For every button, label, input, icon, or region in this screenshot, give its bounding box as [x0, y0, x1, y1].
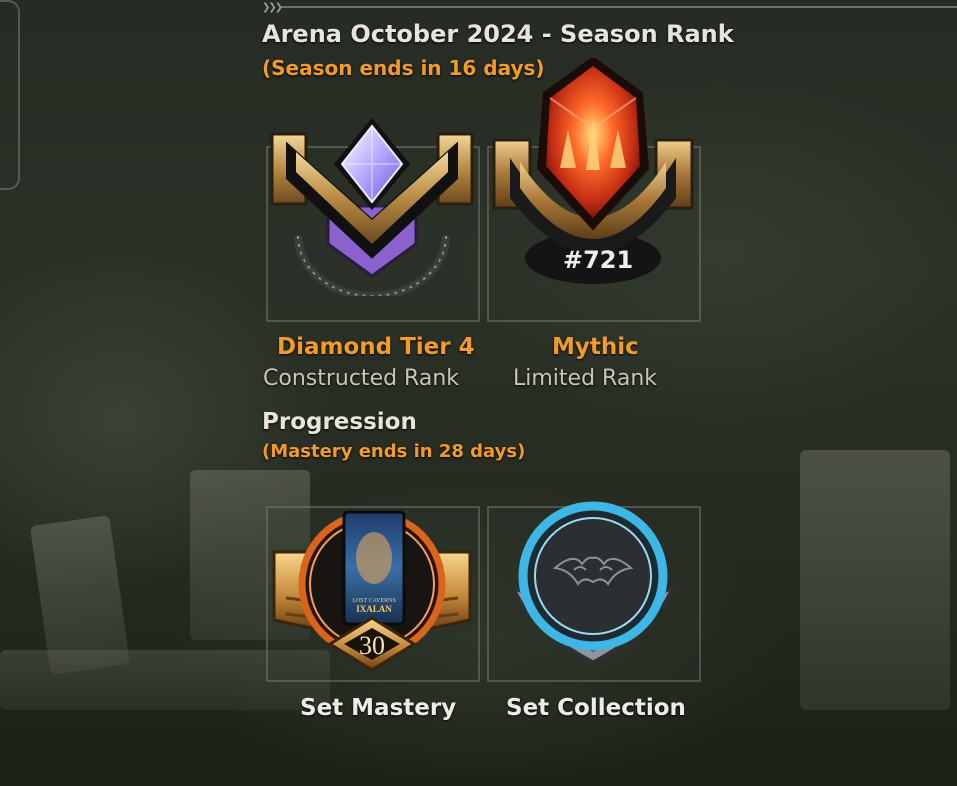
- mastery-level-number: 30: [359, 631, 385, 660]
- mythic-position: #721: [563, 246, 634, 274]
- gravestone: [800, 450, 950, 710]
- limited-rank-name: Mythic: [552, 334, 639, 360]
- set-collection-label: Set Collection: [506, 695, 686, 721]
- header-divider: [280, 6, 957, 8]
- mastery-ends-note: (Mastery ends in 28 days): [262, 441, 526, 462]
- diamond-rank-icon: [270, 118, 474, 296]
- constructed-rank-label: Constructed Rank: [263, 366, 460, 391]
- set-mastery-label: Set Mastery: [300, 695, 457, 721]
- constructed-rank-name: Diamond Tier 4: [277, 334, 475, 360]
- set-mastery-badge-icon: LOST CAVERNS IXALAN 30: [272, 510, 472, 672]
- side-panel-edge: [0, 0, 20, 190]
- limited-rank-label: Limited Rank: [513, 366, 657, 391]
- season-title: Arena October 2024 - Season Rank: [262, 20, 734, 48]
- pack-text-bottom: IXALAN: [356, 604, 392, 614]
- set-collection-badge-icon: [511, 501, 675, 664]
- progression-title: Progression: [262, 409, 417, 435]
